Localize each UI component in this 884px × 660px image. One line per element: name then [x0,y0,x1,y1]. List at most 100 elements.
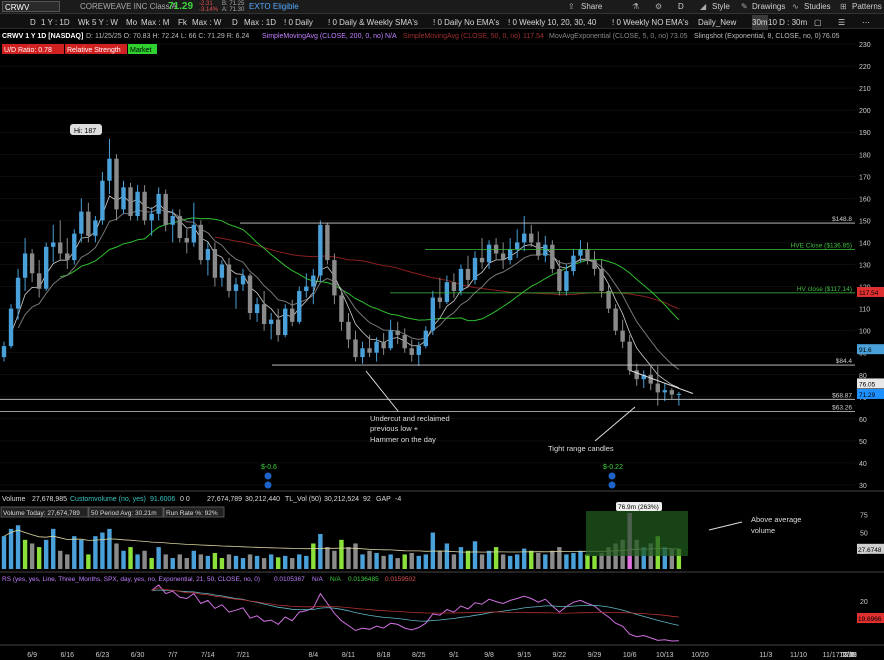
candle-body [318,224,323,276]
candle-body [65,253,70,261]
candle-body [627,341,632,371]
share-button[interactable]: Share [581,0,602,14]
config-5y-w[interactable]: 5 Y : W [92,15,118,30]
date-tick-label: 8/18 [377,652,391,659]
volume-bar [311,543,316,569]
flask-icon[interactable]: ⚗ [632,0,639,14]
config-daily[interactable]: ! 0 Daily [284,15,313,30]
volume-bar [268,554,274,569]
exto-eligible-link[interactable]: EXTO Eligible [249,0,299,14]
config-1y-1d[interactable]: 1 Y : 1D [41,15,70,30]
config-daily-new[interactable]: Daily_New [698,15,736,30]
sma50-label: SimpleMovingAvg (CLOSE, 50, 0, no) [403,33,520,40]
patterns-icon[interactable]: ⊞ [840,0,847,14]
price-chart[interactable]: $148.8 HVE Close ($136.85) HV close ($117.… [0,29,884,660]
volume-bar [184,558,189,569]
date-tick-label: 8/25 [412,652,426,659]
level-label: $84.4 [836,358,853,365]
menu-icon[interactable]: ☰ [838,15,845,30]
more-icon[interactable]: ⋯ [862,15,870,30]
config-daily-weekly-sma[interactable]: ! 0 Daily & Weekly SMA's [328,15,418,30]
sma200-value: N/A [385,33,397,40]
config-fk-button[interactable]: Fk [178,15,187,30]
square-icon[interactable]: ▢ [814,15,822,30]
candle-body [275,319,281,336]
candle-body [648,374,653,384]
candle-body [72,233,77,261]
candle-body [205,249,211,261]
volume-bar [585,554,590,569]
share-icon[interactable]: ⇪ [568,0,575,14]
config-10d-30m[interactable]: 10 D : 30m [768,15,807,30]
candle-body [571,255,576,272]
config-d-button[interactable]: D [232,15,238,30]
volume-bar [121,550,126,569]
date-tick-label: 11/10 [790,652,807,659]
style-button[interactable]: Style [712,0,730,14]
gear-icon[interactable]: ⚙ [655,0,662,14]
candle-body [514,242,520,250]
candle-body [283,308,288,336]
undercut-note-2: previous low + [370,424,419,433]
price-axis[interactable]: 3040506070809010011012013014015016017018… [859,42,871,490]
date-axis[interactable]: 6/9 6/16 6/23 6/30 7/7 7/14 7/21 8/4 8/11 8/18 8/2… [27,652,857,659]
candle-body [107,158,112,181]
candle-body [36,273,42,289]
top-toolbar: CRWV COREWEAVE INC Class A 71.29 -2.31 -… [0,0,884,14]
rs-lines: 20 19.6966 [151,584,884,642]
earnings-2-icon[interactable] [608,472,616,480]
date-tick-label: 10/6 [623,652,637,659]
symbol-input[interactable]: CRWV [2,1,60,12]
candle-body [606,290,611,309]
volume-bar [58,550,63,569]
above-avg-arrow [708,521,743,531]
config-daily-no-ema[interactable]: ! 0 Daily No EMA's [433,15,499,30]
config-day-button[interactable]: D [30,15,36,30]
candle-body [304,286,309,291]
candle-body [43,246,49,289]
rs-na-2: N/A [330,576,342,583]
volume-bar [51,528,56,569]
earnings-1-icon[interactable] [264,472,272,480]
volume-bar [458,547,464,569]
volume-bar [170,558,175,569]
config-max-1d[interactable]: Max : 1D [244,15,276,30]
volume-bar [149,558,154,569]
customvolume-value: 91.6006 [150,496,175,503]
volume-bar [177,554,182,569]
patterns-button[interactable]: Patterns [852,0,882,14]
config-max-m[interactable]: Max : M [141,15,169,30]
candle-body [423,330,428,347]
candle-body [93,220,98,236]
style-icon[interactable]: ◢ [700,0,706,14]
volume-bar [290,558,295,569]
date-tick-label: 7/14 [201,652,215,659]
earnings-1b-icon[interactable] [264,481,272,489]
volume-bar [114,543,119,569]
y-tick-label: 50 [859,439,867,446]
candle-body [346,321,351,340]
config-30m[interactable]: 30m [752,15,768,30]
studies-icon[interactable]: ∿ [792,0,799,14]
config-weekly-no-ema[interactable]: ! 0 Weekly NO EMA's [612,15,689,30]
candle-body [543,244,548,256]
drawings-button[interactable]: Drawings [752,0,785,14]
config-weekly-10-20[interactable]: ! 0 Weekly 10, 20, 30, 40 [508,15,596,30]
chart-title: CRWV 1 Y 1D [NASDAQ] [2,33,83,40]
volume-bar [8,528,14,569]
drawings-icon[interactable]: ✎ [741,0,748,14]
config-max-w[interactable]: Max : W [192,15,221,30]
studies-button[interactable]: Studies [804,0,831,14]
config-mo-button[interactable]: Mo [126,15,137,30]
candle-body [472,257,478,280]
candle-body [15,277,21,309]
volume-bar [332,550,337,569]
customvolume-label: Customvolume (no, yes) [70,496,146,503]
volume-bar [367,550,372,569]
earnings-2b-icon[interactable] [608,481,616,489]
config-wk-button[interactable]: Wk [78,15,90,30]
price-badge-label: 91.6 [859,347,872,354]
volume-bar [486,550,492,569]
aggregation-button[interactable]: D [678,0,684,14]
volume-bar [107,528,112,569]
